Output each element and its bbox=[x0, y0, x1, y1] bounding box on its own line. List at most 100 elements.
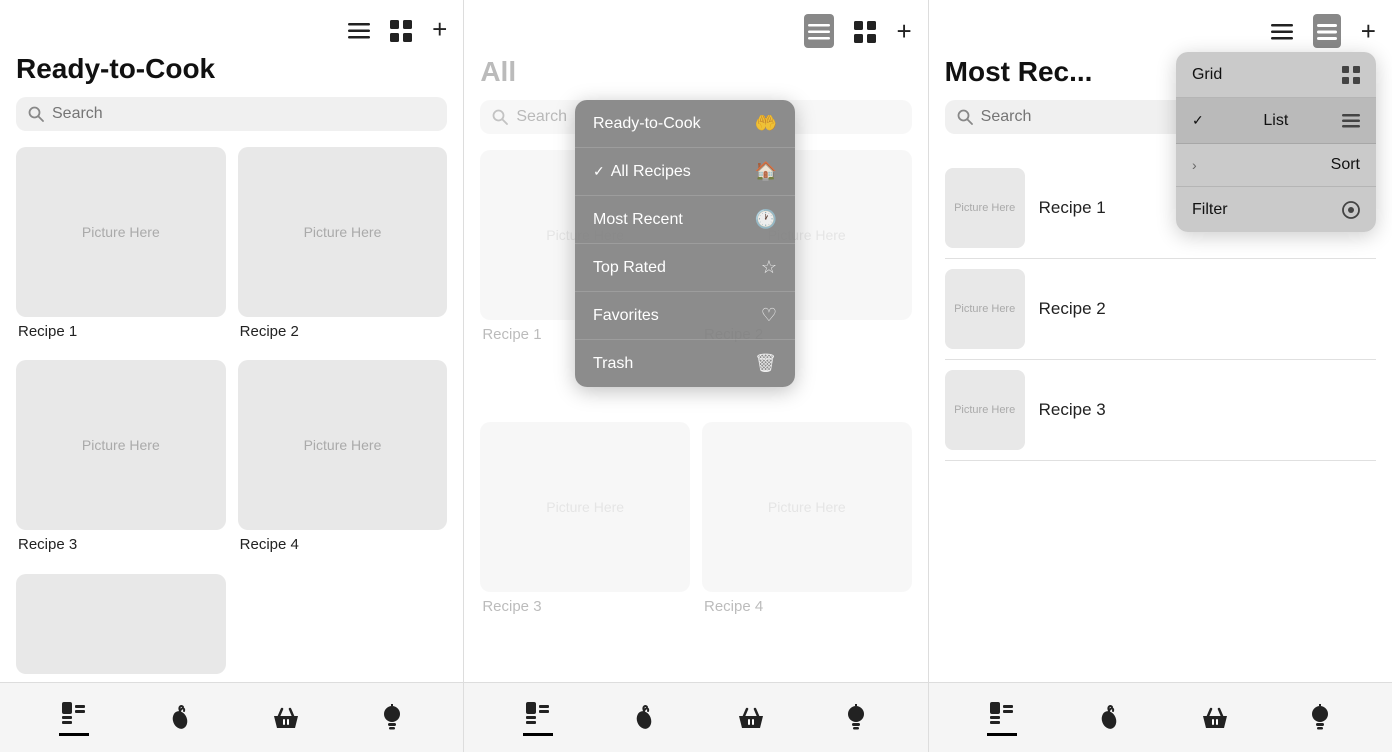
search-icon-2 bbox=[492, 108, 508, 126]
dropdown-item-top-rated[interactable]: Top Rated ☆ bbox=[575, 244, 795, 292]
nav-bulb-2[interactable] bbox=[843, 703, 869, 733]
view-dropdown-label-sort: Sort bbox=[1331, 156, 1360, 174]
recipe-label-1-4: Recipe 4 bbox=[238, 536, 448, 553]
recipe-card-1-4: Picture Here Recipe 4 bbox=[238, 360, 448, 561]
menu-icon-1[interactable] bbox=[348, 17, 370, 43]
nav-basket-2[interactable] bbox=[736, 704, 766, 732]
recipe-card-1-1: Picture Here Recipe 1 bbox=[16, 147, 226, 348]
picture-box-1-4: Picture Here bbox=[238, 360, 448, 530]
list-content-3: Picture Here Recipe 1 Picture Here Recip… bbox=[929, 158, 1392, 682]
menu-icon-3[interactable] bbox=[1271, 18, 1293, 44]
grid-content-1: Picture Here Recipe 1 Picture Here Recip… bbox=[0, 147, 463, 682]
view-dropdown-filter[interactable]: Filter bbox=[1176, 187, 1376, 232]
dropdown-icon-ready-to-cook: 🤲 bbox=[755, 113, 777, 134]
dropdown-label-most-recent: Most Recent bbox=[593, 211, 755, 229]
view-dropdown-label-filter: Filter bbox=[1192, 201, 1228, 219]
arrow-icon-sort: › bbox=[1192, 157, 1197, 173]
panel-all-recipes: + All Ready-to-Cook 🤲 ✓ All Recipes 🏠 Mo… bbox=[463, 0, 927, 752]
picture-box-1-1: Picture Here bbox=[16, 147, 226, 317]
add-icon-3[interactable]: + bbox=[1361, 16, 1376, 47]
dropdown-item-ready-to-cook[interactable]: Ready-to-Cook 🤲 bbox=[575, 100, 795, 148]
dropdown-label-trash: Trash bbox=[593, 355, 754, 373]
recipe-label-2-4: Recipe 4 bbox=[702, 598, 912, 615]
panel-ready-to-cook: + Ready-to-Cook Picture Here Recipe 1 Pi… bbox=[0, 0, 463, 752]
list-picture-box-3-3: Picture Here bbox=[945, 370, 1025, 450]
dropdown-icon-favorites: ♡ bbox=[761, 305, 777, 326]
grid-icon-1[interactable] bbox=[390, 17, 412, 43]
toolbar-1: + bbox=[0, 0, 463, 53]
nav-carrot-1[interactable] bbox=[166, 704, 194, 732]
nav-basket-1[interactable] bbox=[271, 704, 301, 732]
recipe-card-1-2: Picture Here Recipe 2 bbox=[238, 147, 448, 348]
add-icon-1[interactable]: + bbox=[432, 14, 447, 45]
bottom-nav-2 bbox=[464, 682, 927, 752]
dropdown-icon-top-rated: ☆ bbox=[761, 257, 777, 278]
dropdown-label-all-recipes: All Recipes bbox=[611, 163, 755, 181]
nav-bulb-1[interactable] bbox=[379, 703, 405, 733]
view-dropdown-grid[interactable]: Grid bbox=[1176, 52, 1376, 98]
recipe-card-1-5 bbox=[16, 574, 226, 682]
add-icon-2[interactable]: + bbox=[896, 16, 911, 47]
recipe-label-2-3: Recipe 3 bbox=[480, 598, 690, 615]
recipe-card-2-4: Picture Here Recipe 4 bbox=[702, 422, 912, 682]
category-dropdown: Ready-to-Cook 🤲 ✓ All Recipes 🏠 Most Rec… bbox=[575, 100, 795, 387]
list-item-3-3[interactable]: Picture Here Recipe 3 bbox=[945, 360, 1376, 461]
picture-box-1-5 bbox=[16, 574, 226, 674]
nav-basket-3[interactable] bbox=[1200, 704, 1230, 732]
view-dropdown-sort[interactable]: › Sort bbox=[1176, 144, 1376, 187]
recipe-label-1-2: Recipe 2 bbox=[238, 323, 448, 340]
list-recipe-label-3-1: Recipe 1 bbox=[1039, 198, 1106, 218]
toolbar-2: + bbox=[464, 0, 927, 56]
view-dropdown-list[interactable]: ✓ List bbox=[1176, 98, 1376, 144]
nav-recipes-1[interactable] bbox=[59, 699, 89, 736]
panel-title-1: Ready-to-Cook bbox=[0, 53, 463, 97]
dropdown-item-most-recent[interactable]: Most Recent 🕐 bbox=[575, 196, 795, 244]
bottom-nav-1 bbox=[0, 682, 463, 752]
dropdown-label-top-rated: Top Rated bbox=[593, 259, 761, 277]
dropdown-item-favorites[interactable]: Favorites ♡ bbox=[575, 292, 795, 340]
picture-box-1-3: Picture Here bbox=[16, 360, 226, 530]
nav-bulb-3[interactable] bbox=[1307, 703, 1333, 733]
menu-icon-2[interactable] bbox=[804, 14, 834, 48]
view-dropdown-label-list: List bbox=[1263, 112, 1288, 130]
list-picture-box-3-1: Picture Here bbox=[945, 168, 1025, 248]
dropdown-item-trash[interactable]: Trash 🗑 bbox=[575, 340, 795, 387]
dropdown-item-all-recipes[interactable]: ✓ All Recipes 🏠 bbox=[575, 148, 795, 196]
view-dropdown-icon-grid bbox=[1342, 64, 1360, 85]
dropdown-label-favorites: Favorites bbox=[593, 307, 761, 325]
panel-most-recent: + Most Rec... Grid ✓ Lis bbox=[928, 0, 1392, 752]
picture-box-2-4: Picture Here bbox=[702, 422, 912, 592]
dropdown-icon-all-recipes: 🏠 bbox=[755, 161, 777, 182]
toolbar-3: + bbox=[929, 0, 1392, 56]
view-dropdown: Grid ✓ List › S bbox=[1176, 52, 1376, 232]
search-icon-1 bbox=[28, 105, 44, 123]
recipe-label-1-3: Recipe 3 bbox=[16, 536, 226, 553]
dropdown-label-ready-to-cook: Ready-to-Cook bbox=[593, 115, 755, 133]
panel-title-2: All bbox=[464, 56, 927, 100]
view-dropdown-label-grid: Grid bbox=[1192, 66, 1222, 84]
list-recipe-label-3-3: Recipe 3 bbox=[1039, 400, 1106, 420]
list-item-3-2[interactable]: Picture Here Recipe 2 bbox=[945, 259, 1376, 360]
checkmark-list: ✓ bbox=[1192, 112, 1204, 129]
nav-carrot-3[interactable] bbox=[1095, 704, 1123, 732]
bottom-nav-3 bbox=[929, 682, 1392, 752]
recipe-label-1-1: Recipe 1 bbox=[16, 323, 226, 340]
search-input-1[interactable] bbox=[52, 105, 435, 123]
list-picture-box-3-2: Picture Here bbox=[945, 269, 1025, 349]
recipe-card-2-3: Picture Here Recipe 3 bbox=[480, 422, 690, 682]
recipe-card-1-3: Picture Here Recipe 3 bbox=[16, 360, 226, 561]
nav-carrot-2[interactable] bbox=[630, 704, 658, 732]
view-dropdown-icon-list bbox=[1342, 110, 1360, 131]
search-icon-3 bbox=[957, 108, 973, 126]
grid-icon-2[interactable] bbox=[854, 18, 876, 44]
view-dropdown-icon-filter bbox=[1342, 199, 1360, 220]
list-icon-3[interactable] bbox=[1313, 14, 1341, 48]
nav-recipes-3[interactable] bbox=[987, 699, 1017, 736]
list-recipe-label-3-2: Recipe 2 bbox=[1039, 299, 1106, 319]
dropdown-icon-most-recent: 🕐 bbox=[755, 209, 777, 230]
nav-recipes-2[interactable] bbox=[523, 699, 553, 736]
search-bar-1 bbox=[16, 97, 447, 131]
picture-box-1-2: Picture Here bbox=[238, 147, 448, 317]
dropdown-icon-trash: 🗑 bbox=[754, 353, 777, 374]
checkmark-all-recipes: ✓ bbox=[593, 163, 605, 180]
